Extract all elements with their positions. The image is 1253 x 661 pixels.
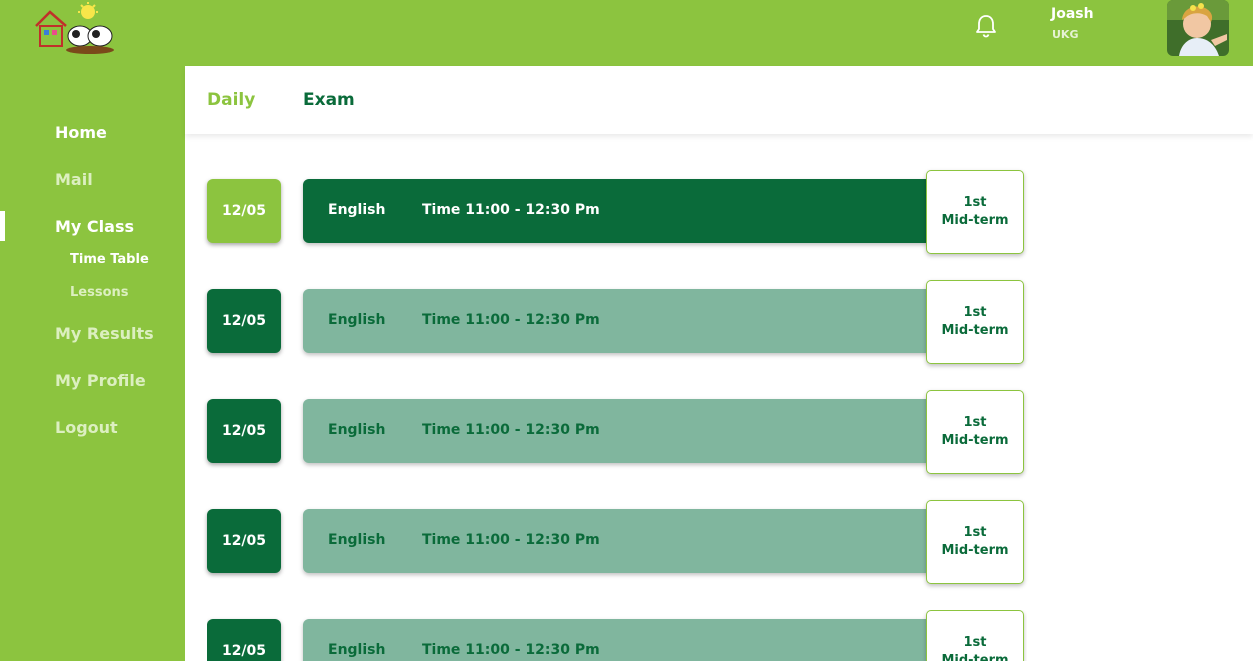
exam-card[interactable]: 1st Mid-term	[926, 280, 1024, 364]
subject-label: English	[328, 312, 386, 328]
sidebar-item-home[interactable]: Home	[55, 123, 107, 142]
date-badge[interactable]: 12/05	[207, 289, 281, 353]
exam-card[interactable]: 1st Mid-term	[926, 390, 1024, 474]
date-badge[interactable]: 12/05	[207, 399, 281, 463]
time-label: Time 11:00 - 12:30 Pm	[422, 202, 600, 218]
time-label: Time 11:00 - 12:30 Pm	[422, 532, 600, 548]
exam-card[interactable]: 1st Mid-term	[926, 170, 1024, 254]
bell-icon[interactable]	[972, 12, 1000, 40]
sidebar-subitem-lessons[interactable]: Lessons	[70, 285, 129, 300]
exam-card[interactable]: 1st Mid-term	[926, 500, 1024, 584]
sidebar-item-mail[interactable]: Mail	[55, 170, 93, 189]
exam-number: 1st	[963, 635, 987, 650]
exam-number: 1st	[963, 195, 987, 210]
tab-exam[interactable]: Exam	[303, 90, 355, 110]
sidebar-subitem-time-table[interactable]: Time Table	[70, 252, 149, 267]
exam-name: Mid-term	[941, 323, 1009, 338]
exam-name: Mid-term	[941, 543, 1009, 558]
schedule-row: 12/05 English Time 11:00 - 12:30 Pm 1st …	[207, 280, 1027, 366]
schedule-row: 12/05 English Time 11:00 - 12:30 Pm 1st …	[207, 500, 1027, 586]
time-label: Time 11:00 - 12:30 Pm	[422, 312, 600, 328]
subject-label: English	[328, 532, 386, 548]
sidebar-item-my-results[interactable]: My Results	[55, 324, 154, 343]
time-label: Time 11:00 - 12:30 Pm	[422, 642, 600, 658]
user-class: UKG	[1052, 28, 1079, 41]
user-name: Joash	[1051, 6, 1094, 22]
tab-bar: Daily Exam	[185, 66, 1253, 134]
exam-card[interactable]: 1st Mid-term	[926, 610, 1024, 661]
schedule-bar[interactable]: English Time 11:00 - 12:30 Pm	[303, 399, 943, 463]
tab-daily[interactable]: Daily	[207, 90, 255, 110]
schedule-bar[interactable]: English Time 11:00 - 12:30 Pm	[303, 509, 943, 573]
sidebar: Home Mail My Class Time Table Lessons My…	[0, 66, 185, 661]
schedule-row: 12/05 English Time 11:00 - 12:30 Pm 1st …	[207, 390, 1027, 476]
exam-name: Mid-term	[941, 653, 1009, 661]
subject-label: English	[328, 422, 386, 438]
schedule-bar[interactable]: English Time 11:00 - 12:30 Pm	[303, 289, 943, 353]
schedule-bar[interactable]: English Time 11:00 - 12:30 Pm	[303, 179, 943, 243]
sidebar-item-my-profile[interactable]: My Profile	[55, 371, 146, 390]
exam-number: 1st	[963, 525, 987, 540]
schedule-bar[interactable]: English Time 11:00 - 12:30 Pm	[303, 619, 943, 661]
subject-label: English	[328, 202, 386, 218]
sidebar-item-my-class[interactable]: My Class	[55, 217, 134, 236]
exam-number: 1st	[963, 305, 987, 320]
exam-name: Mid-term	[941, 433, 1009, 448]
sidebar-item-logout[interactable]: Logout	[55, 418, 118, 437]
time-label: Time 11:00 - 12:30 Pm	[422, 422, 600, 438]
schedule-row: 12/05 English Time 11:00 - 12:30 Pm 1st …	[207, 170, 1027, 256]
schedule-row: 12/05 English Time 11:00 - 12:30 Pm 1st …	[207, 610, 1027, 661]
date-badge[interactable]: 12/05	[207, 179, 281, 243]
subject-label: English	[328, 642, 386, 658]
active-nav-indicator	[0, 211, 5, 241]
date-badge[interactable]: 12/05	[207, 509, 281, 573]
date-badge[interactable]: 12/05	[207, 619, 281, 661]
exam-number: 1st	[963, 415, 987, 430]
exam-name: Mid-term	[941, 213, 1009, 228]
school-logo[interactable]	[32, 2, 116, 56]
avatar[interactable]	[1167, 0, 1229, 56]
top-bar: Joash UKG	[0, 0, 1253, 66]
